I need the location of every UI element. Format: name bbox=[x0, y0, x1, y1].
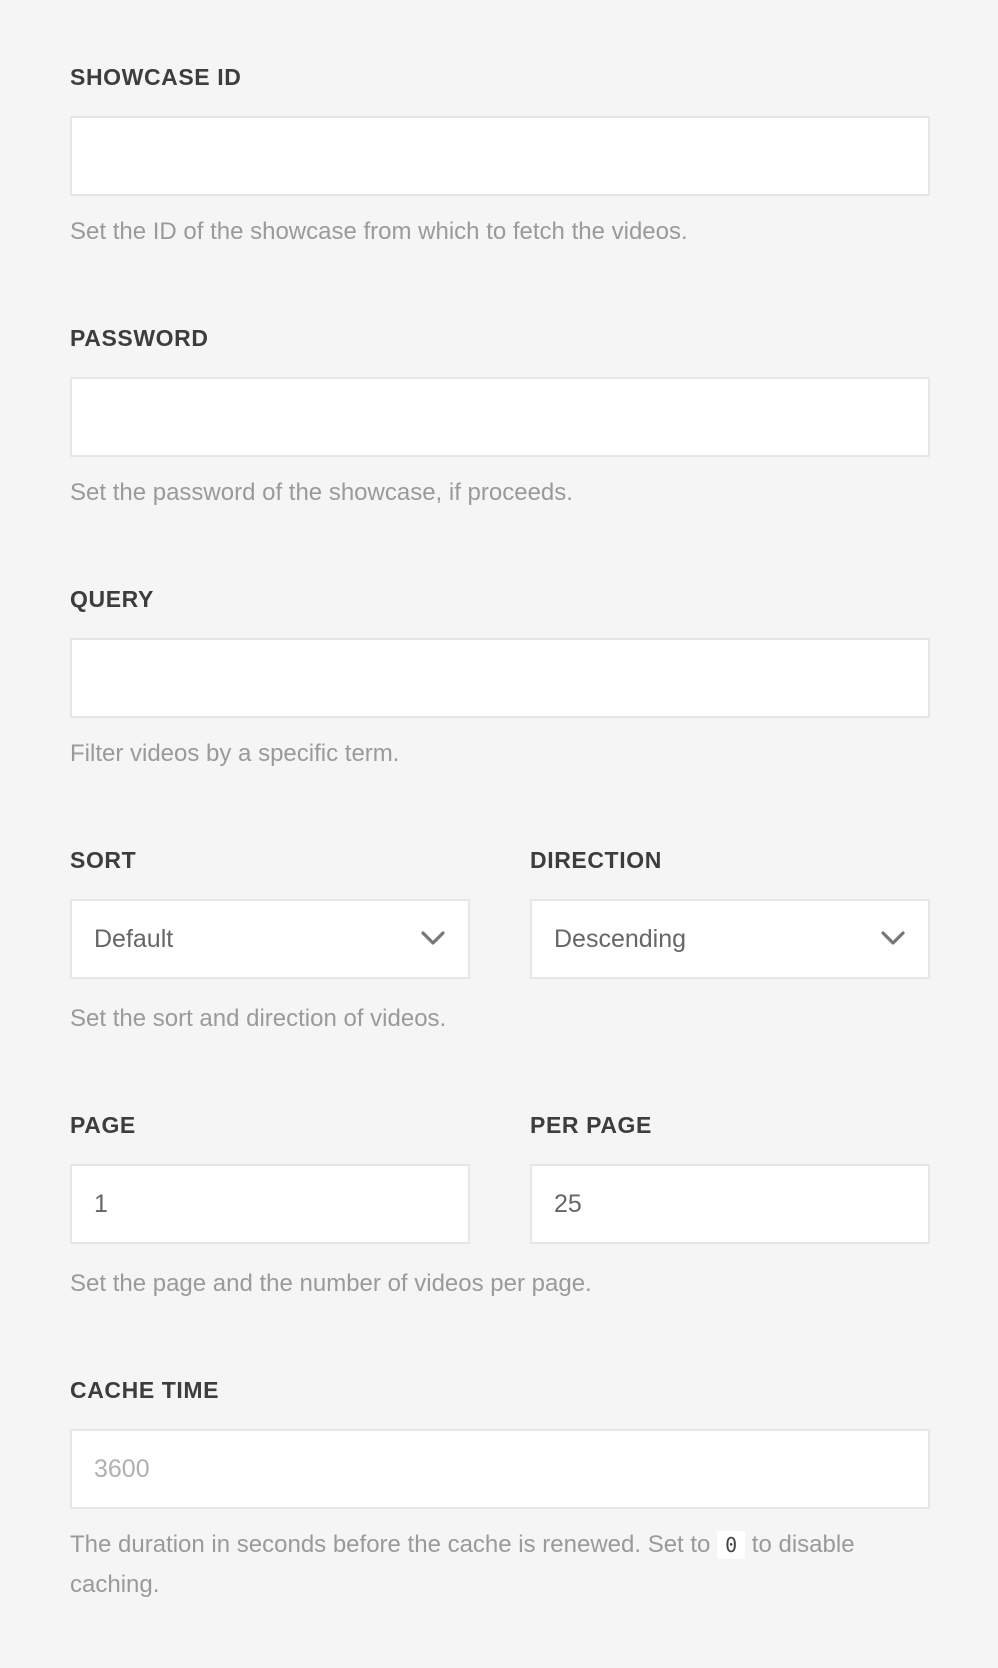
direction-select[interactable]: Descending bbox=[530, 899, 930, 979]
page-label: PAGE bbox=[70, 1112, 136, 1138]
sort-select[interactable]: Default bbox=[70, 899, 470, 979]
password-help: Set the password of the showcase, if pro… bbox=[70, 479, 573, 506]
per-page-label: PER PAGE bbox=[530, 1112, 652, 1138]
cache-time-help-text: The duration in seconds before the cache… bbox=[70, 1531, 711, 1558]
sort-direction-help: Set the sort and direction of videos. bbox=[70, 1005, 447, 1032]
cache-time-help: The duration in seconds before the cache… bbox=[70, 1525, 930, 1604]
showcase-id-help: Set the ID of the showcase from which to… bbox=[70, 218, 688, 245]
cache-time-label: CACHE TIME bbox=[70, 1377, 220, 1403]
cache-time-input[interactable] bbox=[70, 1429, 930, 1509]
cache-time-help-code: 0 bbox=[717, 1531, 746, 1559]
showcase-id-label: SHOWCASE ID bbox=[70, 64, 242, 90]
page-help: Set the page and the number of videos pe… bbox=[70, 1270, 592, 1297]
chevron-down-icon bbox=[881, 931, 905, 945]
query-label: QUERY bbox=[70, 586, 154, 612]
direction-select-value: Descending bbox=[554, 925, 687, 953]
password-input[interactable] bbox=[70, 377, 930, 457]
sort-label: SORT bbox=[70, 847, 137, 873]
showcase-id-input[interactable] bbox=[70, 116, 930, 196]
page-input[interactable] bbox=[70, 1164, 470, 1244]
direction-label: DIRECTION bbox=[530, 847, 662, 873]
chevron-down-icon bbox=[421, 931, 445, 945]
password-label: PASSWORD bbox=[70, 325, 209, 351]
per-page-input[interactable] bbox=[530, 1164, 930, 1244]
sort-select-value: Default bbox=[94, 925, 174, 953]
query-help: Filter videos by a specific term. bbox=[70, 740, 400, 767]
query-input[interactable] bbox=[70, 638, 930, 718]
